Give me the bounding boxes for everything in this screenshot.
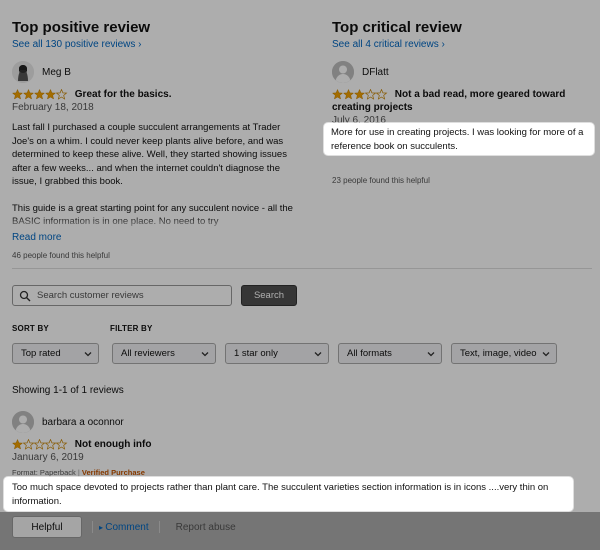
default-user-icon	[12, 411, 34, 433]
review-actions: Helpful ▸ Comment Report abuse	[12, 516, 236, 538]
filter-by-label: FILTER BY	[110, 324, 153, 333]
reviewer-name: Meg B	[42, 66, 71, 78]
format-line: Format: Paperback | Verified Purchase	[12, 468, 145, 478]
sort-by-label: SORT BY	[12, 324, 49, 333]
star-filter-dropdown[interactable]: 1 star only	[225, 343, 329, 364]
chevron-down-icon	[201, 352, 209, 357]
reviewer-filter-dropdown[interactable]: All reviewers	[112, 343, 216, 364]
search-icon	[19, 290, 31, 301]
review-headline[interactable]: Not enough info	[75, 439, 152, 450]
top-positive-review: Top positive review See all 130 positive…	[12, 18, 302, 260]
sort-dropdown[interactable]: Top rated	[12, 343, 99, 364]
chevron-down-icon	[427, 352, 435, 357]
search-button[interactable]: Search	[241, 285, 297, 306]
star-rating-3[interactable]	[332, 88, 388, 101]
default-user-icon	[332, 61, 354, 83]
verified-purchase-badge: Verified Purchase	[81, 468, 145, 478]
star-rating-4[interactable]	[12, 88, 68, 101]
rating-line: Not enough info	[12, 438, 592, 451]
stars-icon	[12, 88, 68, 100]
review-paragraph: This guide is a great starting point for…	[12, 202, 293, 228]
see-all-critical-link[interactable]: See all 4 critical reviews ›	[332, 38, 594, 52]
format-filter-dropdown[interactable]: All formats	[338, 343, 442, 364]
review-item: barbara a oconnor Not enough info Januar…	[12, 410, 592, 477]
review-date: January 6, 2019	[12, 452, 84, 464]
critical-review-body: More for use in creating projects. I was…	[331, 127, 584, 152]
see-all-positive-link[interactable]: See all 130 positive reviews ›	[12, 38, 302, 52]
comment-link[interactable]: ▸ Comment	[99, 522, 149, 533]
read-more-link[interactable]: Read more	[12, 232, 302, 243]
helpful-count: 46 people found this helpful	[12, 250, 110, 260]
user-photo-icon	[12, 61, 34, 83]
reviewer-name: barbara a oconnor	[42, 416, 124, 428]
media-filter-selected: Text, image, video	[460, 348, 537, 359]
review-body: Too much space devoted to projects rathe…	[12, 482, 549, 507]
format-filter-selected: All formats	[347, 348, 392, 359]
format-label: Format: Paperback	[12, 468, 76, 478]
search-input[interactable]	[35, 289, 229, 302]
reviewer-profile[interactable]: barbara a oconnor	[12, 410, 592, 434]
reviews-page: Top positive review See all 130 positive…	[0, 0, 600, 550]
chevron-down-icon	[314, 352, 322, 357]
rating-line: Great for the basics.	[12, 88, 302, 101]
top-positive-title: Top positive review	[12, 19, 151, 36]
rating-line: Not a bad read, more geared toward creat…	[332, 88, 594, 114]
report-abuse-link[interactable]: Report abuse	[176, 522, 236, 533]
reviewer-profile[interactable]: DFlatt	[332, 60, 594, 84]
review-date: February 18, 2018	[12, 102, 94, 114]
chevron-down-icon	[542, 352, 550, 357]
review-body-highlight: Too much space devoted to projects rathe…	[4, 477, 573, 511]
avatar	[332, 61, 354, 83]
search-field[interactable]	[12, 285, 232, 306]
star-filter-selected: 1 star only	[234, 348, 278, 359]
avatar	[12, 61, 34, 83]
review-paragraph: Last fall I purchased a couple succulent…	[12, 122, 287, 188]
results-count: Showing 1-1 of 1 reviews	[12, 385, 124, 396]
top-critical-review: Top critical review See all 4 critical r…	[332, 18, 594, 185]
reviewer-name: DFlatt	[362, 66, 389, 78]
review-paragraph-truncated: This guide is a great starting point for…	[12, 202, 302, 232]
media-filter-dropdown[interactable]: Text, image, video	[451, 343, 557, 364]
stars-icon	[12, 438, 68, 450]
stars-icon	[332, 88, 388, 100]
star-rating-1[interactable]	[12, 438, 68, 451]
reviewer-filter-selected: All reviewers	[121, 348, 175, 359]
sort-selected: Top rated	[21, 348, 61, 359]
comment-label: Comment	[105, 521, 149, 533]
critical-review-body-highlight: More for use in creating projects. I was…	[324, 123, 594, 155]
review-body: Last fall I purchased a couple succulent…	[12, 121, 302, 232]
review-headline[interactable]: Great for the basics.	[75, 89, 172, 100]
action-separator	[158, 521, 160, 533]
chevron-down-icon	[84, 352, 92, 357]
section-divider	[12, 268, 592, 269]
reviewer-profile[interactable]: Meg B	[12, 60, 302, 84]
avatar	[12, 411, 34, 433]
helpful-count: 23 people found this helpful	[332, 176, 430, 186]
top-critical-title: Top critical review	[332, 19, 462, 36]
helpful-button[interactable]: Helpful	[12, 516, 82, 538]
action-separator	[92, 521, 93, 533]
